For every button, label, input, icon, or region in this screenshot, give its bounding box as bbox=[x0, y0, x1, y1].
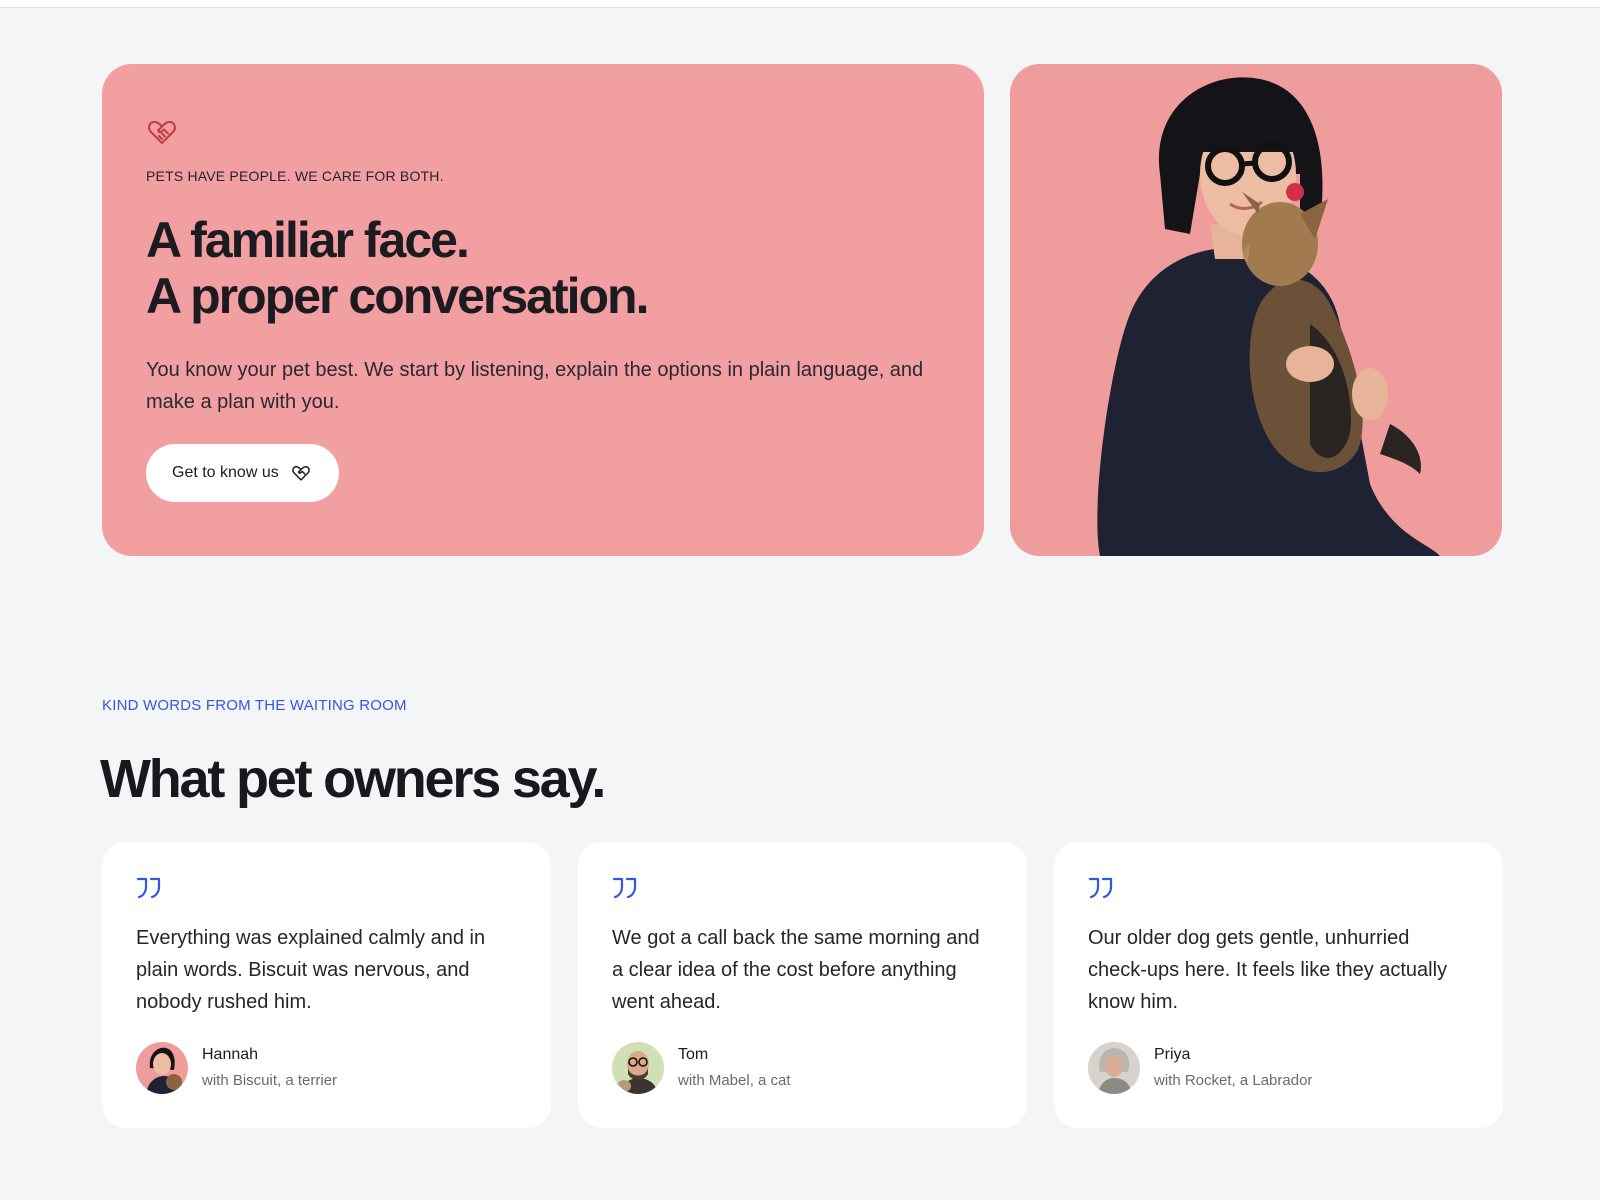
author-name: Tom bbox=[678, 1046, 709, 1063]
author-pet: with Mabel, a cat bbox=[678, 1072, 791, 1089]
avatar bbox=[1088, 1042, 1140, 1094]
cta-label: Get to know us bbox=[172, 464, 279, 481]
hero-body-text: You know your pet best. We start by list… bbox=[146, 359, 924, 413]
avatar bbox=[612, 1042, 664, 1094]
author-pet: with Rocket, a Labrador bbox=[1154, 1072, 1313, 1089]
testimonial-author: Hannah with Biscuit, a terrier bbox=[136, 1042, 517, 1094]
testimonial-quote: We got a call back the same morning and … bbox=[612, 927, 980, 1013]
author-name: Priya bbox=[1154, 1046, 1191, 1063]
get-to-know-us-button[interactable]: Get to know us bbox=[146, 444, 339, 502]
quote-icon bbox=[136, 877, 161, 899]
author-name: Hannah bbox=[202, 1046, 259, 1063]
testimonial-card: We got a call back the same morning and … bbox=[578, 842, 1027, 1128]
testimonial-author: Priya with Rocket, a Labrador bbox=[1088, 1042, 1469, 1094]
testimonials-title: What pet owners say. bbox=[100, 749, 606, 809]
hero-card: PETS HAVE PEOPLE. WE CARE FOR BOTH. A fa… bbox=[102, 64, 984, 556]
quote-icon bbox=[612, 877, 637, 899]
woman-with-dog-image bbox=[1010, 64, 1502, 556]
avatar bbox=[136, 1042, 188, 1094]
top-border bbox=[0, 0, 1600, 8]
author-pet: with Biscuit, a terrier bbox=[202, 1072, 338, 1089]
hero-eyebrow: PETS HAVE PEOPLE. WE CARE FOR BOTH. bbox=[146, 168, 444, 184]
headline-line-1: A familiar face. bbox=[146, 212, 470, 268]
testimonial-author: Tom with Mabel, a cat bbox=[612, 1042, 993, 1094]
heart-handshake-icon bbox=[148, 121, 176, 144]
testimonial-quote: Our older dog gets gentle, unhurried che… bbox=[1088, 927, 1448, 1013]
testimonial-quote: Everything was explained calmly and in p… bbox=[136, 927, 486, 1013]
testimonials-eyebrow: KIND WORDS FROM THE WAITING ROOM bbox=[102, 697, 407, 714]
heart-handshake-icon bbox=[291, 466, 310, 481]
headline-line-2: A proper conversation. bbox=[146, 268, 649, 324]
testimonial-card: Everything was explained calmly and in p… bbox=[102, 842, 551, 1128]
hero-headline: A familiar face. A proper conversation. bbox=[146, 212, 940, 324]
hero-photo bbox=[1010, 64, 1502, 556]
testimonial-cards: Everything was explained calmly and in p… bbox=[102, 842, 1503, 1128]
quote-icon bbox=[1088, 877, 1113, 899]
testimonial-card: Our older dog gets gentle, unhurried che… bbox=[1054, 842, 1503, 1128]
